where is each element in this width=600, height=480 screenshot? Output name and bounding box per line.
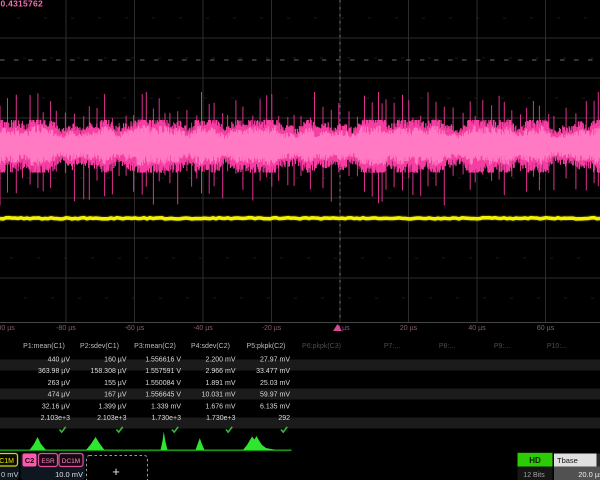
svg-text:P10:...: P10:... — [547, 343, 567, 350]
svg-text:10.0 mV: 10.0 mV — [55, 470, 83, 479]
svg-text:363.98 µV: 363.98 µV — [38, 368, 70, 375]
svg-text:167 µV: 167 µV — [104, 392, 127, 399]
svg-text:27.97 mV: 27.97 mV — [260, 357, 290, 364]
svg-text:20.0 µs: 20.0 µs — [578, 470, 600, 479]
svg-text:ESR: ESR — [41, 458, 55, 465]
svg-text:155 µV: 155 µV — [104, 380, 127, 387]
svg-text:P6:pkpk(C3): P6:pkpk(C3) — [302, 343, 341, 350]
svg-text:1.556616 V: 1.556616 V — [145, 357, 181, 364]
svg-text:474 µV: 474 µV — [48, 392, 71, 399]
svg-text:DC1M: DC1M — [62, 458, 80, 465]
svg-text:2.103e+3: 2.103e+3 — [97, 415, 126, 422]
svg-text:12 Bits: 12 Bits — [523, 472, 545, 479]
svg-text:1.730e+3: 1.730e+3 — [152, 415, 181, 422]
svg-text:+: + — [112, 464, 120, 479]
svg-text:-20 µs: -20 µs — [262, 325, 282, 332]
svg-text:263 µV: 263 µV — [48, 380, 71, 387]
svg-text:DC1M: DC1M — [0, 458, 14, 465]
svg-text:Tbase: Tbase — [557, 456, 578, 465]
svg-text:1.891 mV: 1.891 mV — [206, 380, 236, 387]
svg-text:P2:sdev(C1): P2:sdev(C1) — [80, 343, 119, 350]
svg-text:C2: C2 — [25, 456, 35, 465]
svg-text:1.556645 V: 1.556645 V — [145, 392, 181, 399]
svg-text:1.557591 V: 1.557591 V — [145, 368, 181, 375]
svg-text:60 µs: 60 µs — [537, 325, 555, 332]
svg-text:10.031 mV: 10.031 mV — [202, 392, 236, 399]
svg-text:25.03 mV: 25.03 mV — [260, 380, 290, 387]
svg-text:1.550084 V: 1.550084 V — [145, 380, 181, 387]
svg-text:160 µV: 160 µV — [104, 357, 127, 364]
svg-text:-60 µs: -60 µs — [125, 325, 145, 332]
svg-text:32.16 µV: 32.16 µV — [42, 403, 70, 410]
svg-text:2.103e+3: 2.103e+3 — [41, 415, 70, 422]
svg-text:1.730e+3: 1.730e+3 — [206, 415, 235, 422]
svg-text:33.477 mV: 33.477 mV — [256, 368, 290, 375]
svg-text:P5:pkpk(C2): P5:pkpk(C2) — [247, 343, 286, 350]
svg-text:2.966 mV: 2.966 mV — [206, 368, 236, 375]
svg-text:P4:sdev(C2): P4:sdev(C2) — [191, 343, 230, 350]
svg-text:1.339 mV: 1.339 mV — [151, 403, 181, 410]
svg-text:1.676 mV: 1.676 mV — [206, 403, 236, 410]
svg-text:HD: HD — [529, 456, 541, 465]
svg-text:1.399 µV: 1.399 µV — [98, 403, 126, 410]
svg-text:6.135 mV: 6.135 mV — [260, 403, 290, 410]
svg-text:-80 µs: -80 µs — [56, 325, 76, 332]
svg-text:P8:...: P8:... — [439, 343, 455, 350]
svg-text:20 µs: 20 µs — [400, 325, 418, 332]
svg-text:P7:...: P7:... — [384, 343, 400, 350]
svg-text:P9:...: P9:... — [494, 343, 510, 350]
svg-text:40 µs: 40 µs — [468, 325, 486, 332]
svg-text:59.97 mV: 59.97 mV — [260, 392, 290, 399]
svg-text:0.4315762: 0.4315762 — [1, 0, 43, 9]
svg-text:158.308 µV: 158.308 µV — [91, 368, 127, 375]
svg-text:-100 µs: -100 µs — [0, 325, 15, 332]
svg-text:292: 292 — [278, 415, 290, 422]
svg-text:P3:mean(C2): P3:mean(C2) — [134, 343, 176, 350]
svg-text:2.200 mV: 2.200 mV — [206, 357, 236, 364]
svg-text:0 mV: 0 mV — [1, 470, 19, 479]
svg-text:-40 µs: -40 µs — [193, 325, 213, 332]
svg-text:P1:mean(C1): P1:mean(C1) — [23, 343, 65, 350]
svg-text:440 µV: 440 µV — [48, 357, 71, 364]
